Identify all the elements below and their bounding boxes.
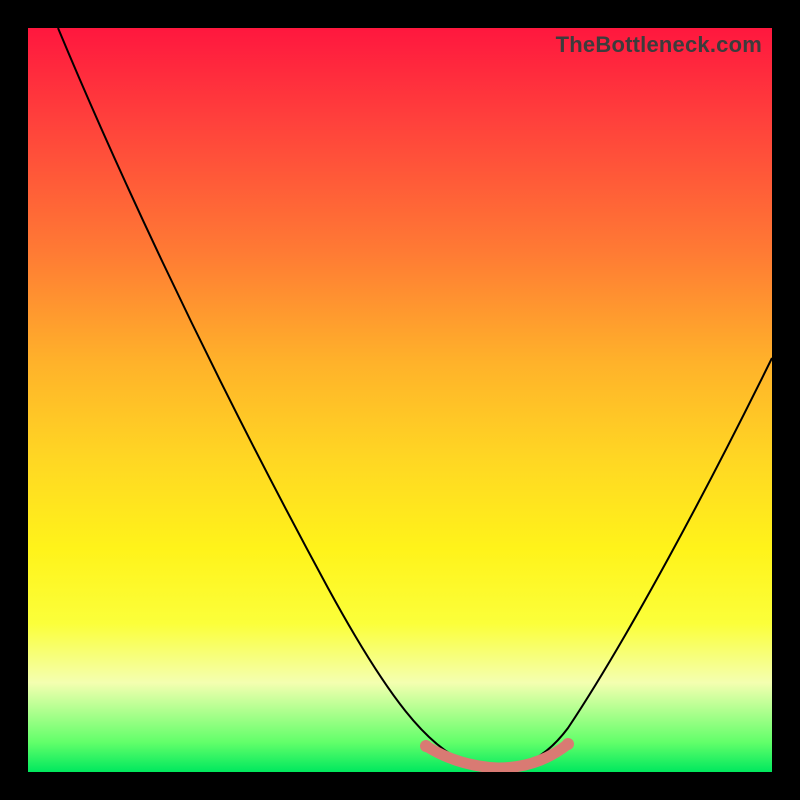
chart-frame: TheBottleneck.com [0,0,800,800]
curve-layer [28,28,772,772]
optimal-range-band [426,744,568,768]
bottleneck-curve [58,28,772,767]
optimal-range-start-dot [420,740,432,752]
plot-area: TheBottleneck.com [28,28,772,772]
optimal-range-end-dot [562,738,574,750]
